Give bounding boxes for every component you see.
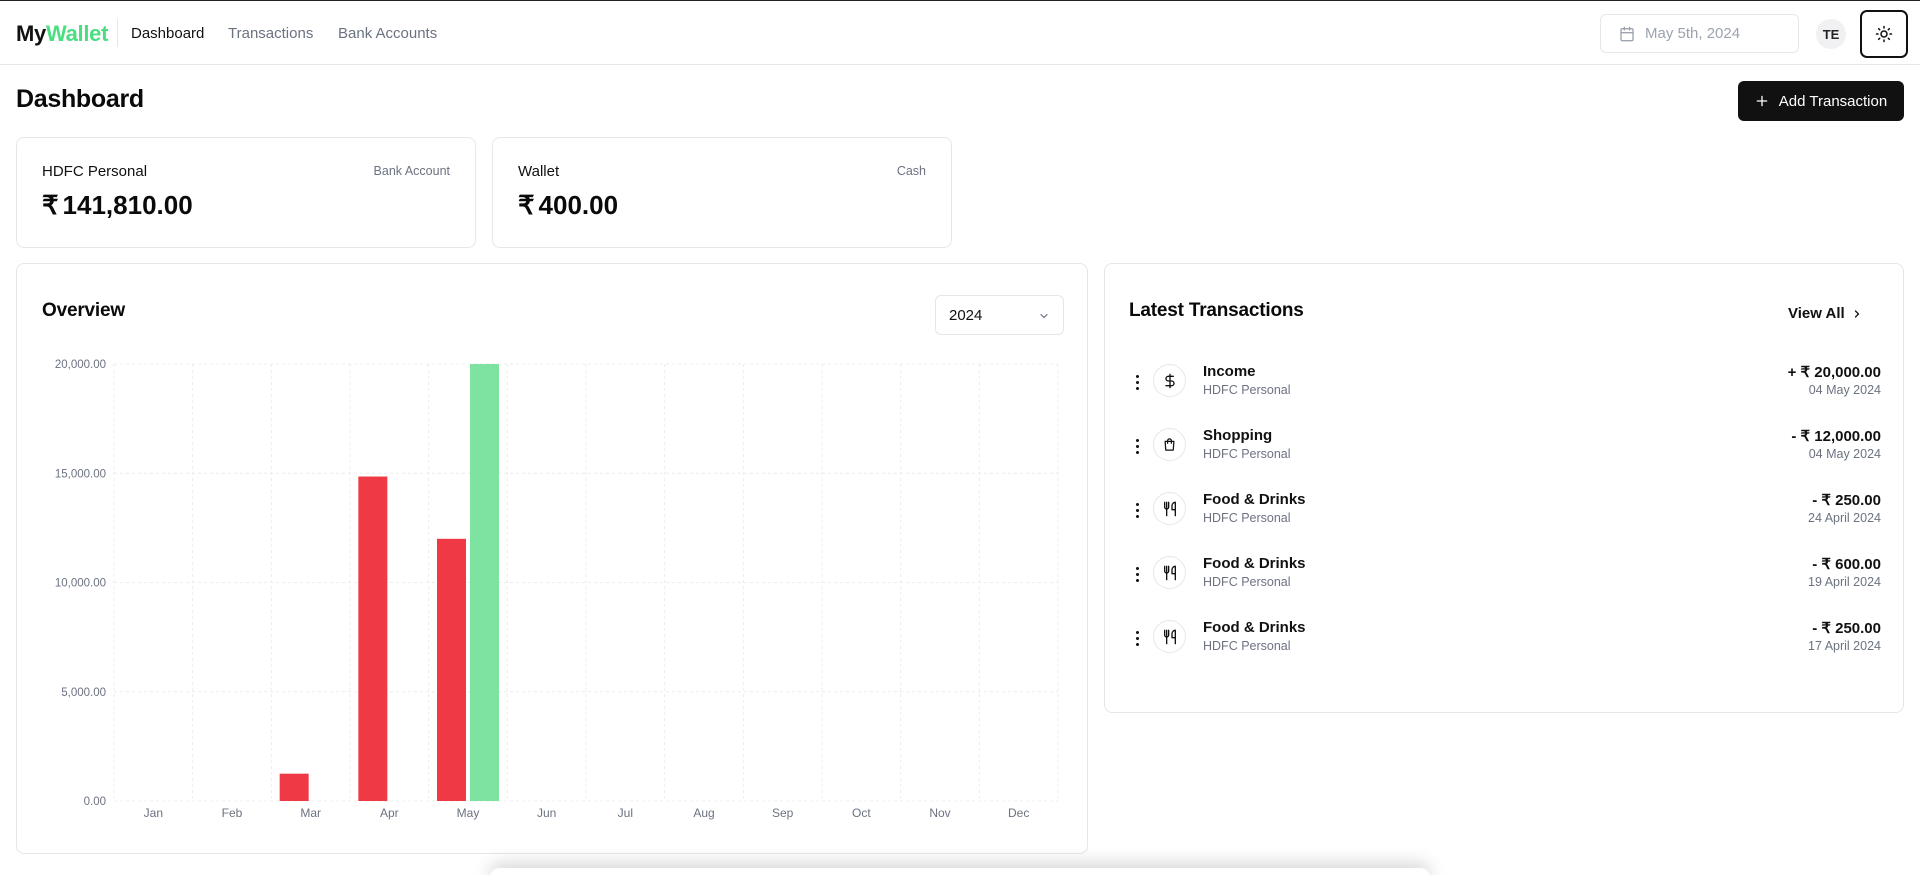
account-card-hdfc[interactable]: HDFC Personal Bank Account ₹141,810.00: [16, 137, 476, 248]
transaction-account: HDFC Personal: [1203, 511, 1291, 525]
utensils-icon: [1153, 492, 1186, 525]
user-avatar[interactable]: TE: [1816, 19, 1846, 49]
transaction-category: Food & Drinks: [1203, 619, 1306, 636]
logo-my-text: My: [16, 21, 46, 46]
x-tick-label: Jun: [537, 806, 556, 820]
transaction-row[interactable]: Shopping HDFC Personal - ₹ 12,000.00 04 May…: [1105, 427, 1905, 491]
y-tick-label: 10,000.00: [55, 578, 106, 590]
transaction-row[interactable]: Food & Drinks HDFC Personal - ₹ 250.00 24 A…: [1105, 491, 1905, 555]
transaction-row[interactable]: Income HDFC Personal + ₹ 20,000.00 04 May 2…: [1105, 363, 1905, 427]
transaction-account: HDFC Personal: [1203, 447, 1291, 461]
logo-divider: [117, 19, 118, 47]
nav-bank-accounts[interactable]: Bank Accounts: [338, 25, 437, 42]
x-tick-label: Mar: [300, 806, 321, 820]
account-type: Bank Account: [373, 164, 450, 178]
latest-transactions-card: Latest Transactions View All Income HDFC …: [1104, 263, 1904, 713]
transaction-amount: + ₹ 20,000.00: [1787, 364, 1881, 381]
top-navbar: MyWallet Dashboard Transactions Bank Acc…: [0, 0, 1920, 65]
add-transaction-label: Add Transaction: [1778, 92, 1888, 110]
date-picker-value: May 5th, 2024: [1645, 25, 1741, 42]
nav-transactions[interactable]: Transactions: [228, 25, 313, 42]
nav-dashboard[interactable]: Dashboard: [131, 25, 204, 42]
transaction-date: 04 May 2024: [1808, 447, 1881, 461]
x-tick-label: May: [457, 806, 480, 820]
transaction-account: HDFC Personal: [1203, 639, 1291, 653]
x-tick-label: Apr: [380, 806, 399, 820]
x-tick-label: Aug: [693, 806, 714, 820]
transaction-date: 04 May 2024: [1808, 383, 1881, 397]
dollar-icon: [1153, 364, 1186, 397]
more-options-icon[interactable]: [1135, 503, 1141, 519]
chart-bar: [437, 538, 466, 801]
utensils-icon: [1153, 620, 1186, 653]
y-tick-label: 0.00: [84, 796, 106, 808]
transaction-date: 24 April 2024: [1808, 511, 1881, 525]
y-tick-label: 5,000.00: [61, 687, 106, 699]
transaction-amount: - ₹ 12,000.00: [1791, 428, 1881, 445]
logo-wallet-text: Wallet: [45, 21, 109, 46]
theme-toggle-button[interactable]: [1860, 10, 1908, 58]
transaction-category: Income: [1203, 363, 1256, 380]
date-picker-button[interactable]: May 5th, 2024: [1600, 14, 1799, 53]
x-tick-label: Sep: [772, 806, 794, 820]
transaction-amount: - ₹ 250.00: [1812, 492, 1881, 509]
account-balance: ₹400.00: [518, 190, 618, 221]
y-tick-label: 20,000.00: [55, 359, 106, 371]
add-transaction-button[interactable]: Add Transaction: [1738, 81, 1904, 121]
x-tick-label: Feb: [222, 806, 243, 820]
more-options-icon[interactable]: [1135, 375, 1141, 391]
page-title: Dashboard: [16, 85, 144, 113]
transaction-category: Food & Drinks: [1203, 491, 1306, 508]
overview-bar-chart: 0.00 5,000.00 10,000.00 15,000.00 20,000.00 J…: [55, 359, 1059, 820]
shopping-bag-icon: [1153, 428, 1186, 461]
transaction-amount: - ₹ 600.00: [1812, 556, 1881, 573]
x-tick-label: Oct: [852, 806, 871, 820]
calendar-icon: [1620, 26, 1634, 41]
transaction-row[interactable]: Food & Drinks HDFC Personal - ₹ 600.00 19 A…: [1105, 555, 1905, 619]
transaction-amount: - ₹ 250.00: [1812, 620, 1881, 637]
chart-bar: [358, 476, 388, 801]
account-card-wallet[interactable]: Wallet Cash ₹400.00: [492, 137, 952, 248]
x-tick-label: Dec: [1008, 806, 1029, 820]
x-tick-label: Jul: [618, 806, 633, 820]
account-balance-value: 141,810.00: [62, 190, 193, 220]
account-name: HDFC Personal: [42, 163, 148, 180]
chart-bar: [279, 773, 309, 801]
account-name: Wallet: [518, 163, 560, 180]
overview-card: Overview 2024 0.00 5,000.00 10,000.00 15,00…: [16, 263, 1088, 854]
chart-bar: [470, 364, 499, 801]
transaction-date: 19 April 2024: [1808, 575, 1881, 589]
transaction-date: 17 April 2024: [1808, 639, 1881, 653]
more-options-icon[interactable]: [1135, 631, 1141, 647]
rupee-icon: ₹: [518, 190, 535, 220]
rupee-icon: ₹: [42, 190, 59, 220]
latest-transactions-title: Latest Transactions: [1129, 300, 1304, 321]
transaction-account: HDFC Personal: [1203, 383, 1291, 397]
chevron-right-icon: [1854, 309, 1860, 318]
transaction-category: Shopping: [1203, 427, 1273, 444]
x-tick-label: Nov: [929, 806, 950, 820]
x-tick-label: Jan: [144, 806, 163, 820]
utensils-icon: [1153, 556, 1186, 589]
account-balance-value: 400.00: [538, 190, 619, 220]
more-options-icon[interactable]: [1135, 439, 1141, 455]
transaction-category: Food & Drinks: [1203, 555, 1306, 572]
app-logo[interactable]: MyWallet: [16, 21, 108, 47]
y-tick-label: 15,000.00: [55, 468, 106, 480]
transaction-row[interactable]: Food & Drinks HDFC Personal - ₹ 250.00 17 A…: [1105, 619, 1905, 683]
plus-icon: [1756, 95, 1768, 107]
sun-icon: [1875, 25, 1893, 43]
more-options-icon[interactable]: [1135, 567, 1141, 583]
view-all-link[interactable]: View All: [1788, 305, 1863, 322]
bottom-overlay-edge: [490, 868, 1430, 875]
account-balance: ₹141,810.00: [42, 190, 193, 221]
view-all-label: View All: [1788, 305, 1845, 322]
transaction-account: HDFC Personal: [1203, 575, 1291, 589]
account-type: Cash: [896, 164, 926, 178]
